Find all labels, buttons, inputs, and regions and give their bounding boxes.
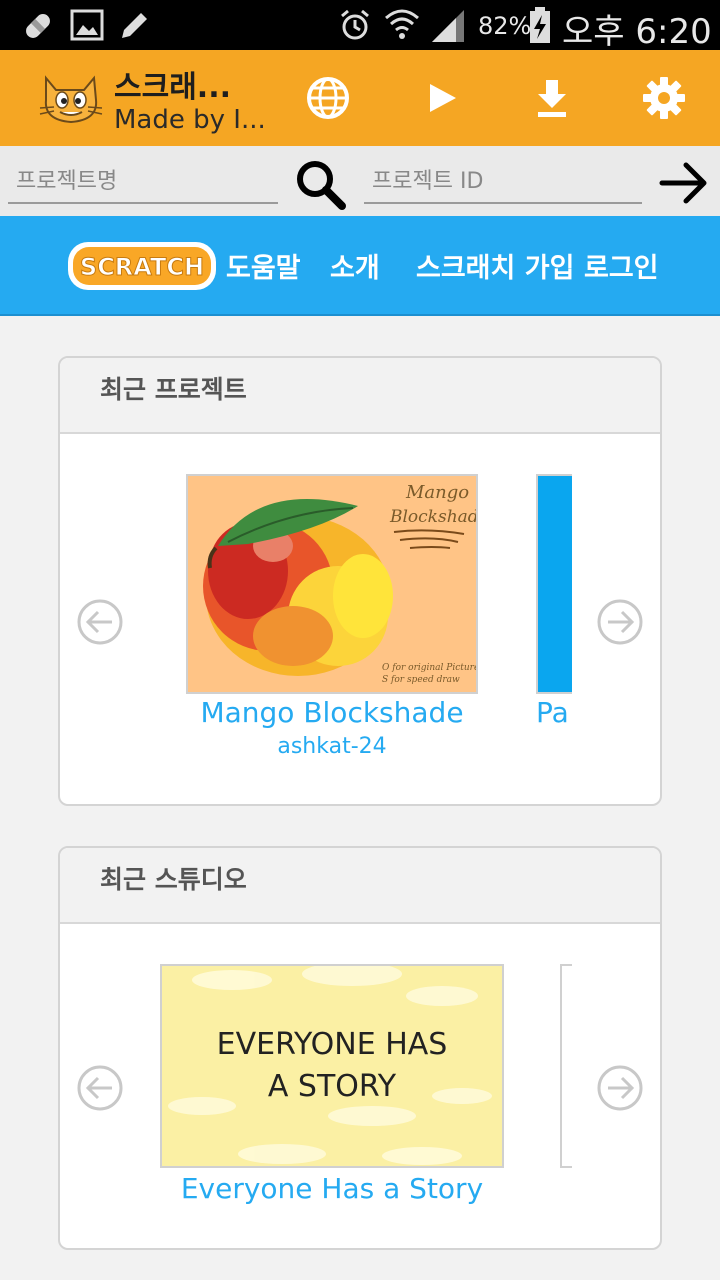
download-icon[interactable] [528, 74, 576, 122]
wifi-icon [385, 9, 419, 39]
signal-icon [432, 10, 464, 42]
alarm-icon [341, 9, 369, 40]
thumbnail-caption-title: Mango [405, 482, 469, 503]
battery-percent: 82% [478, 12, 532, 40]
app-title: 스크래... [114, 70, 231, 105]
prev-arrow-icon[interactable] [76, 1064, 124, 1112]
nav-about-link[interactable]: 소개 [330, 246, 380, 285]
arrow-right-icon[interactable] [658, 158, 712, 208]
battery-charging-icon [530, 7, 550, 43]
recent-projects-heading: 최근 프로젝트 [100, 375, 247, 404]
next-arrow-icon[interactable] [596, 1064, 644, 1112]
project-name-field [8, 160, 278, 204]
project-thumbnail[interactable]: Mango Blockshade O for original Picture … [186, 474, 478, 694]
status-bar: 82% 오후 6:20 [0, 0, 720, 52]
recent-studios-panel: 최근 스튜디오 EVERYONE HAS A STORY Everyone Ha… [58, 846, 662, 1250]
search-row [0, 146, 720, 216]
mango-illustration: Mango Blockshade O for original Picture … [203, 482, 476, 685]
nav-help-link[interactable]: 도움말 [226, 246, 301, 285]
prev-arrow-icon[interactable] [76, 598, 124, 646]
thumbnail-note-original: O for original Picture [382, 663, 476, 673]
studio-thumbnail[interactable]: EVERYONE HAS A STORY [160, 964, 504, 1168]
recent-projects-header: 최근 프로젝트 [60, 358, 660, 434]
pencil-icon [122, 13, 147, 38]
thumbnail-caption-subtitle: Blockshade [389, 507, 476, 527]
nav-join-link[interactable]: 스크래치 가입 [416, 246, 574, 285]
project-title-link[interactable]: Mango Blockshade [186, 696, 478, 729]
scratch-logo-text: SCRATCH [80, 253, 204, 281]
project-thumbnail-partial[interactable] [536, 474, 572, 694]
app-subtitle: Made by I... [114, 105, 266, 135]
project-title-link-partial[interactable]: Pa [536, 696, 572, 729]
scratch-nav: SCRATCH 도움말 소개 스크래치 가입 로그인 [0, 216, 720, 316]
project-id-field [364, 160, 642, 204]
project-author-link[interactable]: ashkat-24 [186, 734, 478, 759]
recent-studios-heading: 최근 스튜디오 [100, 865, 247, 894]
recent-projects-panel: 최근 프로젝트 Mango Blockshade O for original … [58, 356, 662, 806]
scratch-logo[interactable]: SCRATCH [66, 238, 218, 294]
studio-title-link[interactable]: Everyone Has a Story [160, 1172, 504, 1205]
project-name-input[interactable] [8, 160, 278, 202]
studio-thumbnail-line1: EVERYONE HAS [217, 1027, 448, 1062]
scratch-cat-icon[interactable] [38, 70, 104, 126]
project-id-input[interactable] [364, 160, 642, 202]
play-icon[interactable] [418, 74, 466, 122]
globe-icon[interactable] [304, 74, 352, 122]
recent-studios-header: 최근 스튜디오 [60, 848, 660, 924]
studio-thumbnail-partial[interactable] [560, 964, 572, 1168]
gear-icon[interactable] [640, 74, 688, 122]
studio-thumbnail-line2: A STORY [268, 1069, 397, 1104]
clock: 오후 6:20 [562, 12, 712, 52]
studio-illustration: EVERYONE HAS A STORY [168, 966, 492, 1165]
next-arrow-icon[interactable] [596, 598, 644, 646]
nav-login-link[interactable]: 로그인 [584, 246, 659, 285]
search-icon[interactable] [292, 156, 348, 212]
bandage-icon [26, 14, 50, 38]
thumbnail-note-speed: S for speed draw [382, 675, 460, 685]
app-bar: 스크래... Made by I... [0, 50, 720, 146]
image-icon [70, 9, 104, 41]
